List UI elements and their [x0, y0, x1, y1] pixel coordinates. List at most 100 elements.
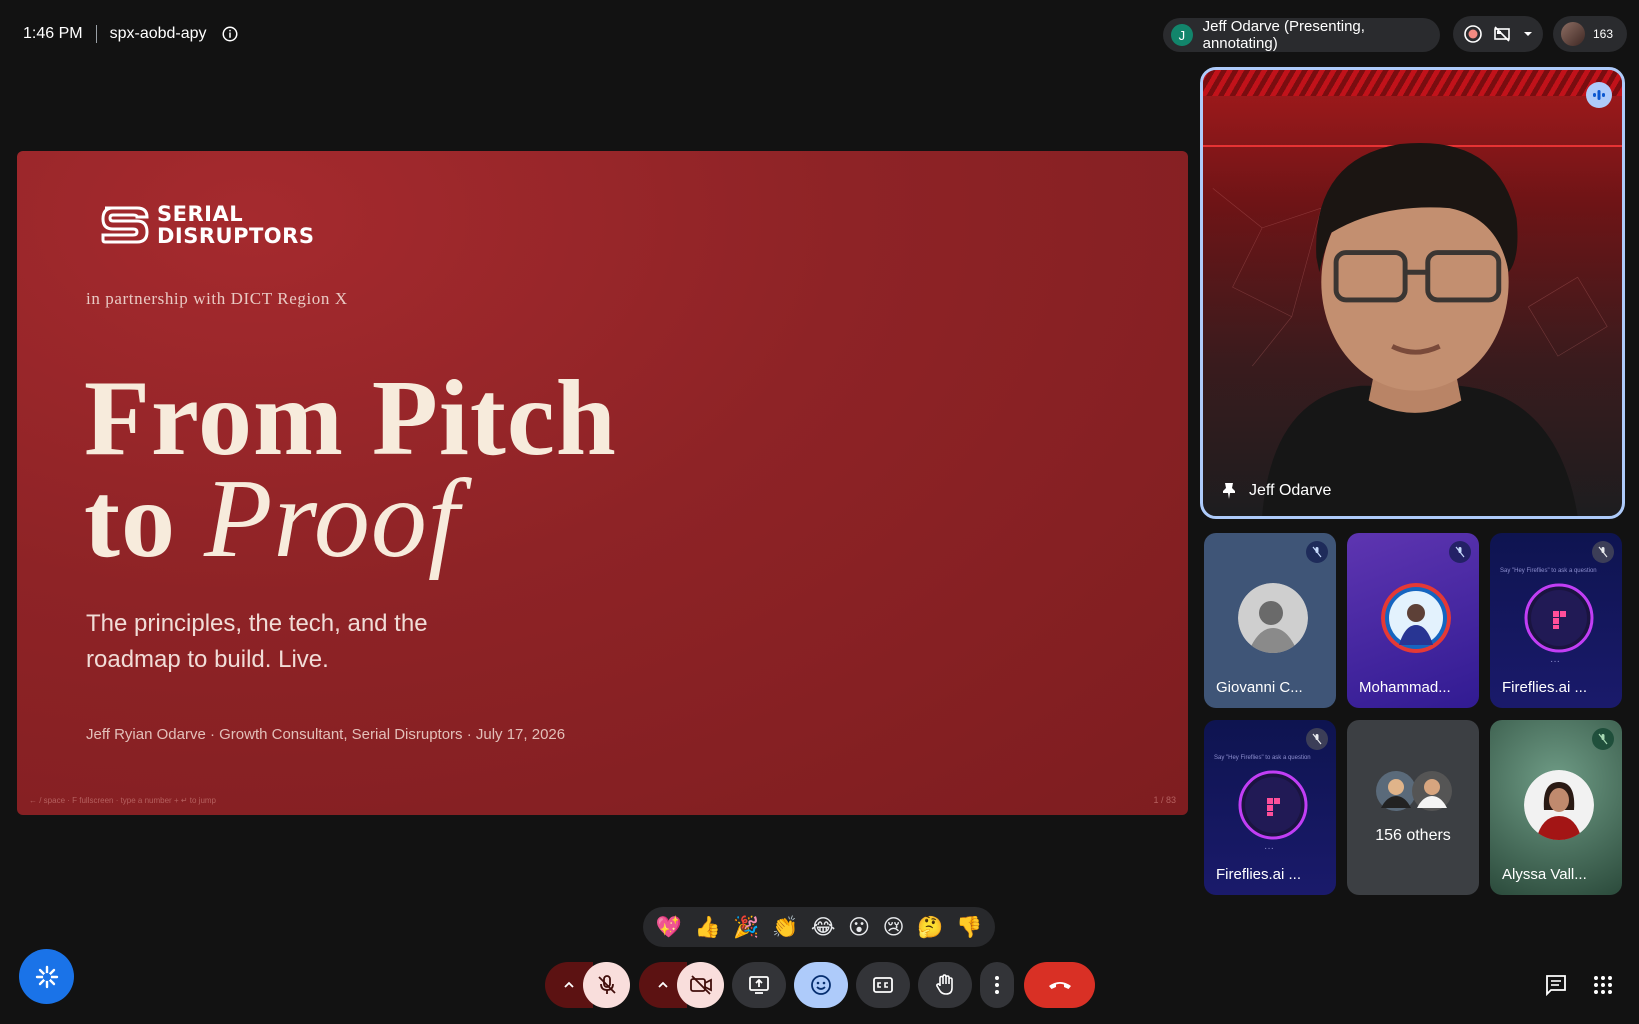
chevron-up-icon — [658, 981, 668, 988]
mic-off-icon — [1592, 728, 1614, 750]
reaction-thinking[interactable]: 🤔 — [917, 915, 943, 940]
presenter-avatar: J — [1171, 24, 1193, 46]
others-count: 156 others — [1375, 827, 1451, 844]
reaction-sad[interactable]: 😢 — [883, 915, 905, 939]
participant-tile-fireflies-2[interactable]: Say "Hey Fireflies" to ask a question ··… — [1204, 720, 1336, 895]
participant-avatar — [1524, 770, 1594, 840]
gemini-activities-button[interactable] — [19, 949, 74, 1004]
chat-icon — [1546, 975, 1566, 996]
activities-button[interactable] — [1590, 972, 1616, 998]
apps-grid-icon — [1594, 976, 1612, 994]
camera-toggle-button[interactable] — [677, 962, 724, 1008]
chevron-up-icon — [564, 981, 574, 988]
presentation-slide: SERIAL DISRUPTORS in partnership with DI… — [17, 151, 1188, 815]
pin-icon[interactable] — [1221, 482, 1237, 500]
slide-subtitle: The principles, the tech, and the roadma… — [86, 606, 546, 678]
logo-icon — [101, 206, 149, 244]
others-avatars — [1376, 771, 1452, 811]
presenter-chip[interactable]: J Jeff Odarve (Presenting, annotating) — [1163, 18, 1440, 52]
ellipsis-icon: ··· — [1550, 656, 1560, 667]
participant-tile-others[interactable]: 156 others — [1347, 720, 1479, 895]
speaking-indicator-icon — [1586, 82, 1612, 108]
reactions-bar: 💖 👍 🎉 👏 😂 😮 😢 🤔 👎 — [643, 907, 995, 947]
participant-tile-fireflies-1[interactable]: Say "Hey Fireflies" to ask a question ··… — [1490, 533, 1622, 708]
record-icon[interactable] — [1463, 24, 1483, 44]
speaker-video — [1212, 142, 1608, 516]
present-icon — [749, 976, 769, 994]
microphone-toggle-button[interactable] — [583, 962, 630, 1008]
slide-byline: Jeff Ryian Odarve · Growth Consultant, S… — [86, 726, 566, 743]
logo-line-1: SERIAL — [157, 202, 244, 226]
mic-off-icon — [1449, 541, 1471, 563]
fireflies-logo-icon — [1524, 583, 1594, 653]
title-word-to: to — [84, 461, 204, 580]
slide-title: From Pitch to Proof — [84, 365, 617, 576]
meeting-info: 1:46 PM spx-aobd-apy — [23, 22, 239, 46]
info-icon[interactable] — [221, 25, 239, 43]
hand-icon — [936, 974, 953, 995]
participant-name: Giovanni C... — [1216, 679, 1303, 696]
captions-button[interactable] — [856, 962, 910, 1008]
participant-name: Fireflies.ai ... — [1216, 866, 1302, 883]
participant-name: Mohammad... — [1359, 679, 1451, 696]
fireflies-caption: Say "Hey Fireflies" to ask a question — [1500, 568, 1597, 574]
reaction-thumbs-up[interactable]: 👍 — [694, 915, 720, 940]
mic-off-icon — [1306, 541, 1328, 563]
people-chip[interactable]: 163 — [1553, 16, 1627, 52]
participant-avatar — [1381, 583, 1451, 653]
fireflies-caption: Say "Hey Fireflies" to ask a question — [1214, 755, 1311, 761]
slide-navigation-hint: ← / space · F fullscreen · type a number… — [29, 796, 216, 805]
divider — [95, 25, 97, 43]
logo-line-2: DISRUPTORS — [157, 224, 315, 248]
reaction-laugh[interactable]: 😂 — [811, 915, 836, 939]
logo-text: SERIAL DISRUPTORS — [157, 203, 314, 247]
participant-tile-alyssa[interactable]: Alyssa Vall... — [1490, 720, 1622, 895]
ellipsis-icon: ··· — [1264, 843, 1274, 854]
more-vert-icon — [995, 976, 999, 994]
mic-off-icon — [597, 975, 616, 994]
partner-text: in partnership with DICT Region X — [86, 289, 348, 308]
mic-off-icon — [1592, 541, 1614, 563]
raise-hand-button[interactable] — [918, 962, 972, 1008]
participant-name: Alyssa Vall... — [1502, 866, 1587, 883]
fireflies-logo-icon — [1238, 770, 1308, 840]
camera-off-icon — [689, 975, 712, 995]
speaker-name-label: Jeff Odarve — [1221, 482, 1331, 500]
title-word-proof: Proof — [203, 457, 460, 581]
layout-off-icon[interactable] — [1492, 24, 1512, 44]
subtitle-line-1: The principles, the tech, and the — [86, 610, 428, 637]
participant-avatar — [1561, 22, 1585, 46]
chevron-down-icon[interactable] — [1522, 28, 1534, 40]
participant-avatar — [1238, 583, 1308, 653]
top-bar: 1:46 PM spx-aobd-apy J Jeff Odarve (Pres… — [0, 0, 1639, 68]
reaction-clap[interactable]: 👏 — [772, 915, 798, 940]
more-options-button[interactable] — [980, 962, 1014, 1008]
reactions-button[interactable] — [794, 962, 848, 1008]
chat-button[interactable] — [1543, 972, 1569, 998]
serial-disruptors-logo: SERIAL DISRUPTORS — [99, 203, 314, 247]
closed-captions-icon — [873, 977, 893, 993]
speaker-name: Jeff Odarve — [1249, 482, 1332, 499]
sparkle-icon — [35, 965, 58, 988]
reaction-thumbs-down[interactable]: 👎 — [956, 915, 982, 940]
speaker-tile[interactable]: Jeff Odarve — [1200, 67, 1625, 519]
participant-tile-giovanni[interactable]: Giovanni C... — [1204, 533, 1336, 708]
clock: 1:46 PM — [23, 25, 83, 42]
reaction-surprised[interactable]: 😮 — [848, 915, 870, 939]
mic-off-icon — [1306, 728, 1328, 750]
emoji-icon — [811, 975, 831, 995]
participant-name: Fireflies.ai ... — [1502, 679, 1588, 696]
reaction-party[interactable]: 🎉 — [733, 915, 759, 940]
participant-tile-mohammad[interactable]: Mohammad... — [1347, 533, 1479, 708]
slide-page-number: 1 / 83 — [1153, 795, 1176, 805]
leave-call-button[interactable] — [1024, 962, 1095, 1008]
presenter-label: Jeff Odarve (Presenting, annotating) — [1202, 18, 1365, 52]
present-screen-button[interactable] — [732, 962, 786, 1008]
people-count: 163 — [1593, 27, 1614, 41]
reaction-heart[interactable]: 💖 — [656, 915, 682, 940]
subtitle-line-2: roadmap to build. Live. — [86, 646, 329, 673]
end-call-icon — [1048, 982, 1071, 989]
title-line-2: to Proof — [84, 463, 617, 575]
host-controls[interactable] — [1453, 16, 1543, 52]
meeting-code: spx-aobd-apy — [109, 25, 207, 42]
